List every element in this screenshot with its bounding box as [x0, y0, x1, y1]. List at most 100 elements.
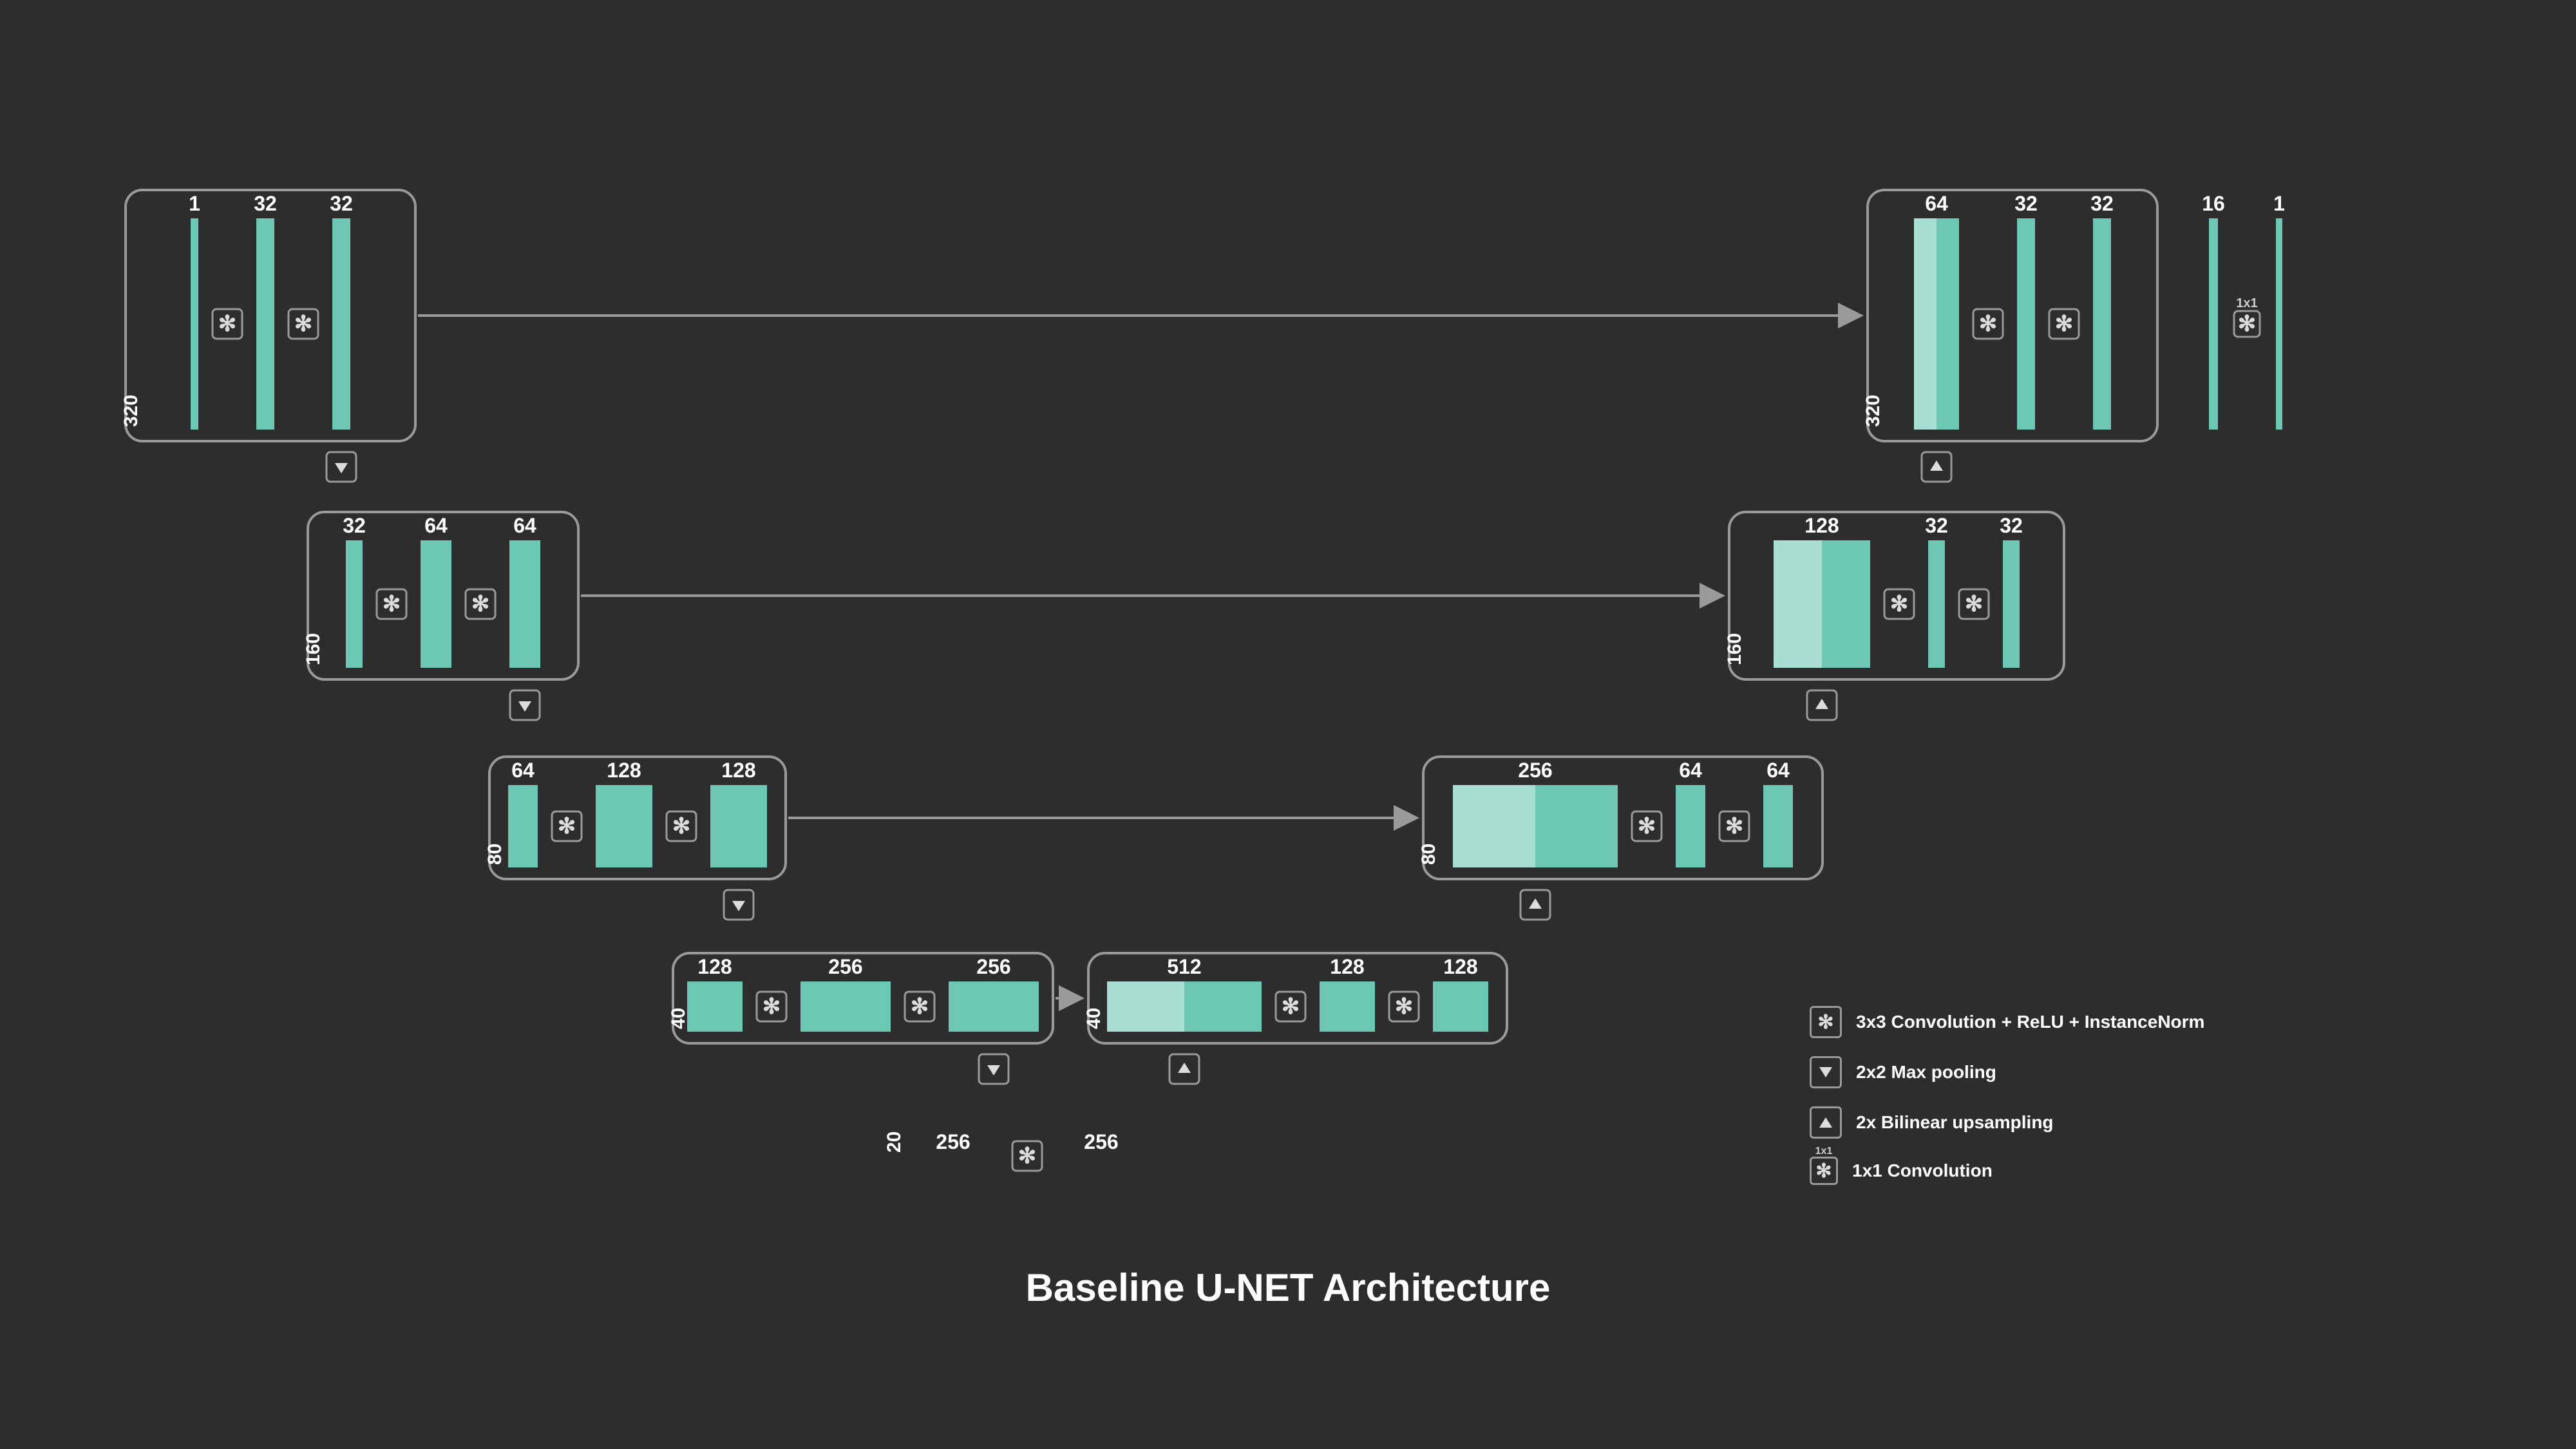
svg-text:✻: ✻	[218, 312, 237, 336]
spatial-label: 320	[120, 395, 142, 427]
channel-label: 128	[607, 759, 641, 782]
conv-icon: ✻	[667, 811, 696, 841]
conv-icon: ✻	[1973, 309, 2003, 339]
channel-label: 64	[1679, 759, 1702, 782]
up-icon	[1170, 1054, 1199, 1084]
legend-upsample: 2x Bilinear upsampling	[1810, 1106, 2204, 1139]
channel-label: 64	[511, 759, 535, 782]
conv-icon: ✻	[377, 589, 406, 619]
conv-icon: ✻	[757, 992, 786, 1021]
conv-icon: ✻	[905, 992, 934, 1021]
conv-icon: ✻	[1959, 589, 1989, 619]
channel-label: 128	[1330, 955, 1364, 978]
svg-text:✻: ✻	[1395, 994, 1414, 1019]
svg-text:✻: ✻	[1979, 312, 1998, 336]
channel-label: 256	[936, 1130, 970, 1153]
spatial-label: 320	[1862, 395, 1884, 427]
up-icon	[1922, 452, 1951, 482]
spatial-label: 40	[668, 1008, 689, 1029]
pool-icon	[327, 452, 356, 482]
conv-icon: ✻	[552, 811, 582, 841]
conv-icon: ✻	[1884, 589, 1914, 619]
svg-text:✻: ✻	[294, 312, 313, 336]
channel-label: 128	[1443, 955, 1477, 978]
svg-text:✻: ✻	[762, 994, 781, 1019]
svg-text:✻: ✻	[911, 994, 929, 1019]
block-enc2: 64 ✻ 128 ✻ 128 80	[484, 757, 786, 879]
channel-label: 128	[721, 759, 755, 782]
block-enc1: 32 ✻ 64 ✻ 64 160	[303, 512, 578, 679]
svg-text:✻: ✻	[1890, 592, 1909, 616]
svg-text:✻: ✻	[1282, 994, 1300, 1019]
channel-label: 128	[697, 955, 732, 978]
triangle-down-icon	[1810, 1056, 1842, 1088]
legend-conv: ✻3x3 Convolution + ReLU + InstanceNorm	[1810, 1006, 2204, 1038]
block-dec0: 64 ✻ 32 ✻ 32 320	[1862, 190, 2157, 441]
channel-label: 32	[343, 514, 366, 537]
svg-text:✻: ✻	[2238, 312, 2257, 336]
channel-label: 64	[1925, 192, 1948, 215]
pool-icon	[724, 890, 753, 920]
svg-text:✻: ✻	[558, 814, 576, 838]
channel-label: 256	[828, 955, 862, 978]
block-enc0: 1 ✻ 32 ✻ 32 320	[120, 190, 415, 441]
block-dec1: 128 ✻ 32 ✻ 32 160	[1724, 512, 2064, 679]
channel-label: 128	[1804, 514, 1839, 537]
channel-label: 1	[189, 192, 200, 215]
pool-icon	[510, 690, 540, 720]
spatial-label: 160	[303, 633, 324, 665]
conv-icon: ✻	[1012, 1141, 1042, 1171]
block-dec3: 512 ✻ 128 ✻ 128 40	[1083, 953, 1507, 1043]
conv-icon: ✻	[1719, 811, 1749, 841]
channel-label: 512	[1167, 955, 1201, 978]
spatial-label: 160	[1724, 633, 1745, 665]
spatial-label: 80	[1418, 844, 1439, 865]
channel-label: 256	[1518, 759, 1552, 782]
conv-icon: ✻	[2049, 309, 2079, 339]
channel-label: 16	[2202, 192, 2225, 215]
up-icon	[1520, 890, 1550, 920]
channel-label: 32	[254, 192, 277, 215]
triangle-up-icon	[1810, 1106, 1842, 1139]
channel-label: 32	[2000, 514, 2023, 537]
channel-label: 1	[2273, 192, 2285, 215]
diagram-title: Baseline U-NET Architecture	[0, 1265, 2576, 1310]
legend-pool: 2x2 Max pooling	[1810, 1056, 2204, 1088]
svg-text:✻: ✻	[2055, 312, 2074, 336]
svg-text:✻: ✻	[1965, 592, 1984, 616]
block-enc3: 128 ✻ 256 ✻ 256 40	[668, 953, 1053, 1043]
spatial-label: 20	[884, 1132, 905, 1153]
asterisk-icon: ✻	[1810, 1006, 1842, 1038]
conv-icon: ✻	[1389, 992, 1419, 1021]
block-bottom: 256 ✻ 256 20	[884, 1130, 1119, 1171]
channel-label: 256	[1084, 1130, 1118, 1153]
asterisk-1x1-icon: 1x1✻	[1810, 1157, 1838, 1185]
svg-text:✻: ✻	[383, 592, 401, 616]
pool-icon	[979, 1054, 1009, 1084]
block-dec2: 256 ✻ 64 ✻ 64 80	[1418, 757, 1823, 879]
channel-label: 32	[2090, 192, 2114, 215]
conv-icon: ✻	[1632, 811, 1662, 841]
channel-label: 64	[424, 514, 448, 537]
block-out: 16 ✻ 1x1 1	[2202, 192, 2285, 430]
spatial-label: 80	[484, 844, 506, 865]
conv-icon: ✻	[213, 309, 242, 339]
conv-icon: ✻	[1276, 992, 1305, 1021]
channel-label: 64	[1766, 759, 1790, 782]
channel-label: 64	[513, 514, 536, 537]
svg-text:✻: ✻	[471, 592, 490, 616]
legend-conv1x1: 1x1✻1x1 Convolution	[1810, 1157, 2204, 1185]
svg-text:✻: ✻	[672, 814, 691, 838]
conv1x1-icon: ✻ 1x1	[2234, 296, 2260, 337]
spatial-label: 40	[1083, 1008, 1104, 1029]
channel-label: 256	[976, 955, 1010, 978]
svg-text:1x1: 1x1	[2236, 296, 2257, 310]
channel-label: 32	[2014, 192, 2038, 215]
svg-text:✻: ✻	[1638, 814, 1656, 838]
channel-label: 32	[1925, 514, 1948, 537]
channel-label: 32	[330, 192, 353, 215]
conv-icon: ✻	[289, 309, 318, 339]
svg-text:✻: ✻	[1725, 814, 1744, 838]
up-icon	[1807, 690, 1837, 720]
legend: ✻3x3 Convolution + ReLU + InstanceNorm 2…	[1810, 1006, 2204, 1203]
